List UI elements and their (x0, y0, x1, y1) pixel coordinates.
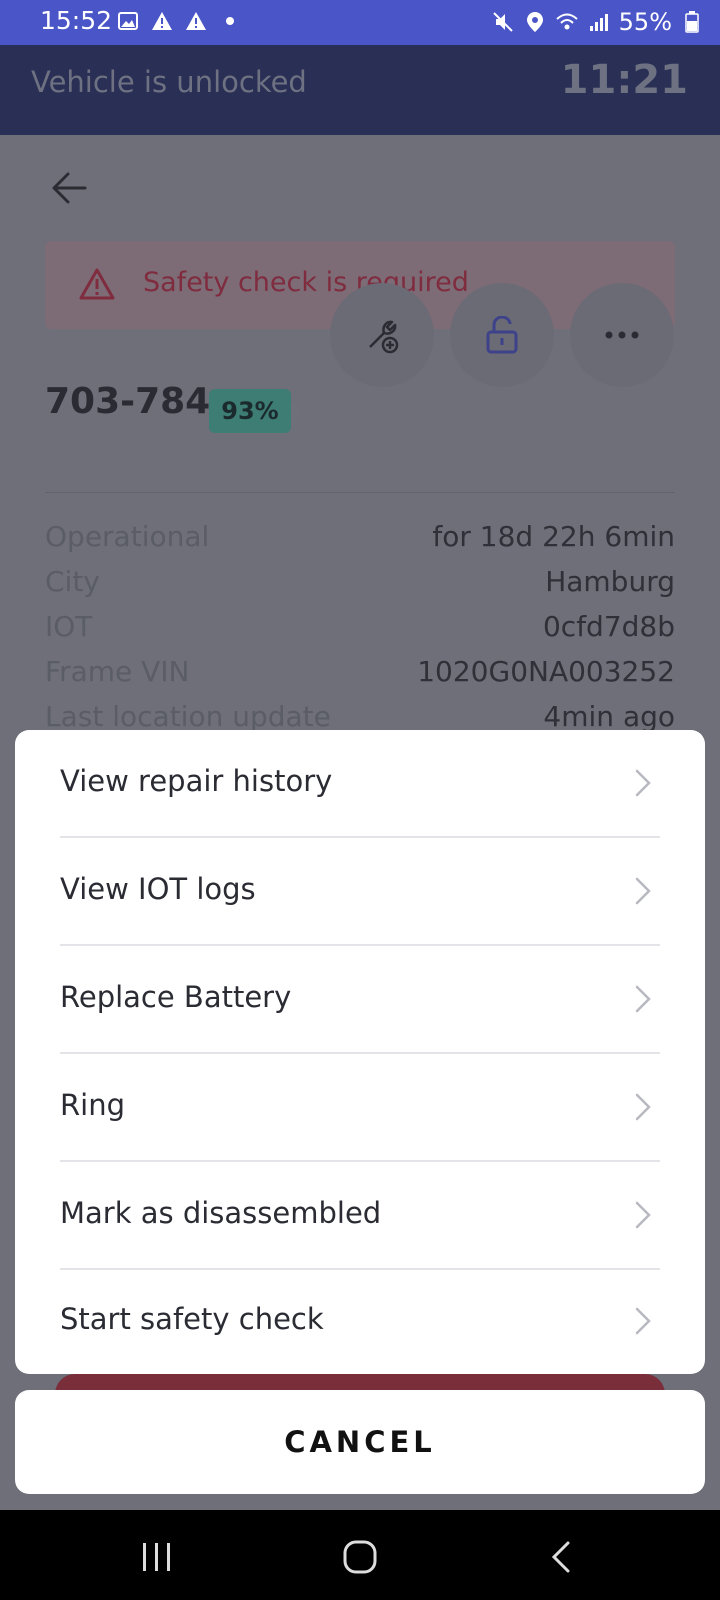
detail-row-operational: Operational for 18d 22h 6min (45, 520, 675, 564)
chevron-right-icon (635, 985, 651, 1013)
wifi-icon (555, 10, 579, 34)
alert-text: Safety check is required (143, 267, 469, 298)
battery-badge: 93% (209, 389, 291, 433)
action-sheet: View repair history View IOT logs Replac… (15, 730, 705, 1374)
detail-value: 4min ago (543, 700, 675, 733)
cancel-label: CANCEL (284, 1425, 436, 1459)
warning-triangle-icon (79, 267, 115, 305)
detail-label: City (45, 565, 100, 598)
header-clock: 11:21 (560, 57, 688, 103)
image-icon (116, 9, 140, 33)
detail-value: 1020G0NA003252 (417, 655, 675, 688)
menu-item-label: Start safety check (60, 1302, 324, 1336)
lock-button[interactable] (450, 283, 554, 387)
home-icon (343, 1540, 377, 1574)
chevron-right-icon (635, 1307, 651, 1335)
detail-label: Last location update (45, 700, 331, 733)
vehicle-id: 703-784 (45, 381, 211, 422)
signal-icon (587, 10, 611, 34)
menu-item-mark-disassembled[interactable]: Mark as disassembled (15, 1162, 705, 1269)
menu-item-label: View repair history (60, 764, 333, 798)
detail-row-city: City Hamburg (45, 565, 675, 609)
status-time: 15:52 (40, 6, 113, 35)
chevron-right-icon (635, 1201, 651, 1229)
app-header: Vehicle is unlocked 11:21 (0, 45, 720, 135)
menu-item-label: Ring (60, 1088, 125, 1122)
status-bar: 15:52 55% (0, 0, 720, 45)
chevron-right-icon (635, 877, 651, 905)
detail-row-iot: IOT 0cfd7d8b (45, 610, 675, 654)
location-icon (523, 10, 547, 34)
warning-icon (184, 9, 208, 33)
add-repair-button[interactable] (330, 283, 434, 387)
battery-icon (680, 10, 704, 34)
home-button[interactable] (335, 1532, 385, 1582)
menu-item-label: Mark as disassembled (60, 1196, 382, 1230)
menu-item-label: View IOT logs (60, 872, 256, 906)
cancel-button[interactable]: CANCEL (15, 1390, 705, 1494)
menu-item-start-safety-check[interactable]: Start safety check (15, 1268, 705, 1374)
recent-apps-icon (143, 1543, 170, 1571)
dot-icon (218, 9, 242, 33)
battery-badge-tip (291, 403, 297, 419)
detail-label: Frame VIN (45, 655, 190, 688)
menu-item-ring[interactable]: Ring (15, 1054, 705, 1161)
back-chevron-icon (551, 1541, 570, 1573)
menu-item-view-iot-logs[interactable]: View IOT logs (15, 838, 705, 945)
detail-label: Operational (45, 520, 210, 553)
mute-icon (491, 10, 515, 34)
recent-apps-button[interactable] (132, 1532, 182, 1582)
battery-percent: 55% (618, 8, 672, 36)
detail-value: Hamburg (545, 565, 675, 598)
detail-value: 0cfd7d8b (542, 610, 675, 643)
system-nav-bar (0, 1510, 720, 1600)
vehicle-status-message: Vehicle is unlocked (31, 65, 307, 99)
menu-item-label: Replace Battery (60, 980, 292, 1014)
menu-item-view-repair-history[interactable]: View repair history (15, 730, 705, 837)
chevron-right-icon (635, 1093, 651, 1121)
divider (45, 492, 675, 493)
system-icons: 55% (491, 8, 704, 36)
detail-value: for 18d 22h 6min (432, 520, 675, 553)
arrow-left-icon (52, 172, 87, 204)
more-horizontal-icon (605, 331, 639, 339)
detail-label: IOT (45, 610, 93, 643)
warning-icon (150, 9, 174, 33)
back-button[interactable] (44, 163, 94, 213)
menu-item-replace-battery[interactable]: Replace Battery (15, 946, 705, 1053)
notification-icons (116, 9, 242, 33)
back-nav-button[interactable] (536, 1532, 586, 1582)
wrench-plus-icon (369, 320, 399, 354)
chevron-right-icon (635, 769, 651, 797)
unlock-icon (486, 316, 518, 354)
more-options-button[interactable] (570, 283, 674, 387)
detail-row-frame-vin: Frame VIN 1020G0NA003252 (45, 655, 675, 699)
